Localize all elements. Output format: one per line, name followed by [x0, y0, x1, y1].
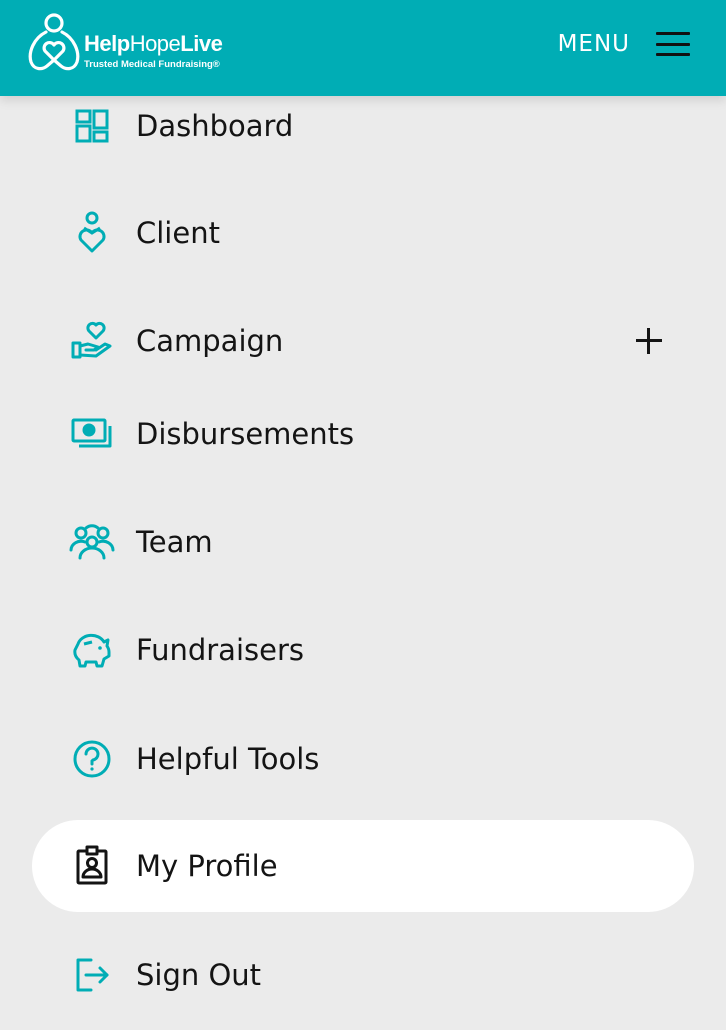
menu-label: MENU	[557, 31, 630, 57]
menu-button[interactable]: MENU	[558, 24, 690, 64]
brand-logo[interactable]: HelpHopeLive Trusted Medical Fundraising…	[28, 12, 268, 76]
nav-item-helpful-tools[interactable]: Helpful Tools	[32, 713, 694, 805]
nav-label-client: Client	[136, 216, 220, 250]
sign-out-icon	[68, 951, 116, 999]
piggy-bank-icon	[68, 626, 116, 674]
hamburger-icon	[656, 32, 690, 56]
team-icon	[68, 518, 116, 566]
profile-badge-icon	[68, 842, 116, 890]
nav-label-my-profile: My Profile	[136, 849, 278, 883]
nav-item-sign-out[interactable]: Sign Out	[32, 929, 694, 1021]
disbursements-icon	[68, 410, 116, 458]
brand-name: HelpHopeLive	[84, 31, 223, 56]
brand-tagline: Trusted Medical Fundraising®	[84, 59, 220, 70]
navigation-menu: Dashboard Client Campaign Disbursements …	[0, 0, 726, 1030]
nav-item-disbursements[interactable]: Disbursements	[32, 388, 694, 480]
campaign-icon	[68, 317, 116, 365]
nav-label-sign-out: Sign Out	[136, 958, 262, 992]
nav-label-dashboard: Dashboard	[136, 109, 294, 143]
expand-plus-icon[interactable]	[636, 328, 662, 354]
nav-label-team: Team	[136, 525, 213, 559]
logo-mark-icon	[28, 13, 80, 71]
dashboard-icon	[68, 102, 116, 150]
top-bar: HelpHopeLive Trusted Medical Fundraising…	[0, 0, 726, 96]
nav-item-client[interactable]: Client	[32, 187, 694, 279]
nav-item-campaign[interactable]: Campaign	[32, 295, 694, 387]
nav-label-disbursements: Disbursements	[136, 417, 355, 451]
nav-label-campaign: Campaign	[136, 324, 284, 358]
help-circle-icon	[68, 735, 116, 783]
nav-label-helpful-tools: Helpful Tools	[136, 742, 320, 776]
nav-item-my-profile[interactable]: My Profile	[32, 820, 694, 912]
nav-label-fundraisers: Fundraisers	[136, 633, 304, 667]
nav-item-team[interactable]: Team	[32, 496, 694, 588]
nav-item-fundraisers[interactable]: Fundraisers	[32, 604, 694, 696]
client-icon	[68, 209, 116, 257]
